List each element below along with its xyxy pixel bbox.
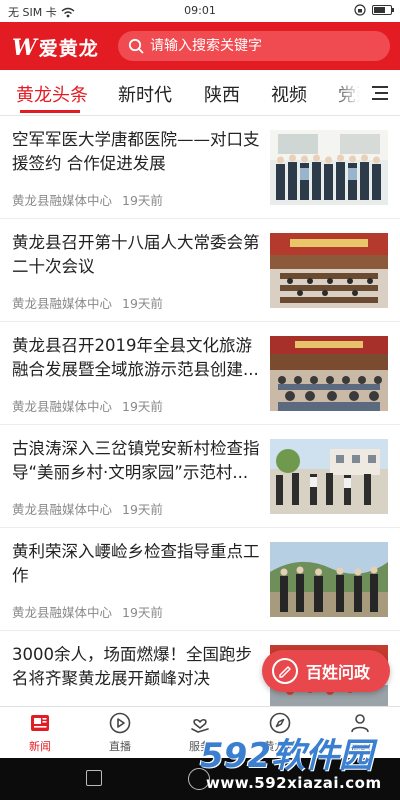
news-title: 3000余人，场面燃爆！全国跑步名将齐聚黄龙展开巅峰对决	[12, 645, 252, 688]
news-source: 黄龙县融媒体中心	[12, 399, 113, 414]
meeting-hall-image	[270, 233, 388, 308]
clock: 09:01	[184, 4, 216, 17]
news-thumbnail	[270, 336, 388, 411]
news-icon	[31, 715, 49, 731]
news-meta: 黄龙县融媒体中心 19天前	[12, 293, 163, 312]
outdoor-inspection-image	[270, 542, 388, 617]
news-item[interactable]: 黄利荣深入崾崄乡检查指导重点工作 黄龙县融媒体中心 19天前	[0, 528, 400, 631]
news-meta: 黄龙县融媒体中心 19天前	[12, 190, 163, 209]
news-thumbnail	[270, 130, 388, 205]
channel-menu-button[interactable]	[360, 70, 400, 115]
menu-icon	[372, 85, 388, 100]
status-right	[354, 4, 394, 16]
news-thumbnail	[270, 439, 388, 514]
watermark-url: www.592xiazai.com	[206, 774, 382, 792]
news-source: 黄龙县融媒体中心	[12, 605, 113, 620]
news-time: 19天前	[122, 296, 163, 311]
news-title: 古浪涛深入三岔镇党安新村检查指导“美丽乡村·文明家园”示范村...	[12, 439, 260, 482]
news-source: 黄龙县融媒体中心	[12, 193, 113, 208]
tabs-fade	[330, 70, 360, 115]
nav-label: 新闻	[29, 740, 51, 753]
news-thumbnail	[270, 542, 388, 617]
status-bar: 无 SIM 卡 09:01	[0, 0, 400, 22]
news-title: 黄龙县召开2019年全县文化旅游融合发展暨全域旅游示范县创建...	[12, 336, 259, 379]
tab-huanglong-headlines[interactable]: 黄龙头条	[16, 81, 88, 107]
conference-image	[270, 336, 388, 411]
citizen-inquiry-label: 百姓问政	[306, 663, 371, 682]
channel-tabs: 黄龙头条 新时代 陕西 视频 党建	[0, 70, 400, 116]
news-meta: 黄龙县融媒体中心 19天前	[12, 396, 163, 415]
logo-mark: W	[12, 34, 37, 61]
app-header: W 爱黄龙	[0, 22, 400, 70]
recent-apps-button[interactable]	[86, 770, 102, 786]
citizen-inquiry-button[interactable]: 百姓问政	[262, 650, 390, 692]
tab-shaanxi[interactable]: 陕西	[204, 81, 240, 107]
news-time: 19天前	[122, 605, 163, 620]
search-box[interactable]	[118, 31, 390, 61]
watermark-text: 592软件园	[200, 736, 373, 776]
news-meta: 黄龙县融媒体中心 19天前	[12, 602, 163, 621]
site-watermark: 592软件园 www.592xiazai.com	[200, 728, 400, 798]
news-meta: 黄龙县融媒体中心 19天前	[12, 499, 163, 518]
news-title: 黄利荣深入崾崄乡检查指导重点工作	[12, 542, 260, 585]
tab-new-era[interactable]: 新时代	[118, 81, 172, 107]
search-input[interactable]	[150, 38, 370, 54]
news-item[interactable]: 黄龙县召开2019年全县文化旅游融合发展暨全域旅游示范县创建... 黄龙县融媒体…	[0, 322, 400, 425]
news-item[interactable]: 古浪涛深入三岔镇党安新村检查指导“美丽乡村·文明家园”示范村... 黄龙县融媒体…	[0, 425, 400, 528]
play-icon	[109, 712, 131, 734]
village-inspection-image	[270, 439, 388, 514]
battery-icon	[372, 5, 394, 15]
news-thumbnail	[270, 233, 388, 308]
news-time: 19天前	[122, 193, 163, 208]
news-time: 19天前	[122, 502, 163, 517]
tab-video[interactable]: 视频	[271, 81, 307, 107]
news-time: 19天前	[122, 399, 163, 414]
news-item[interactable]: 黄龙县召开第十八届人大常委会第二十次会议 黄龙县融媒体中心 19天前	[0, 219, 400, 322]
app-logo: W 爱黄龙	[12, 34, 99, 61]
nav-news[interactable]: 新闻	[10, 711, 70, 754]
group-photo-image	[270, 130, 388, 205]
news-title: 空军军医大学唐都医院——对口支援签约 合作促进发展	[12, 130, 260, 173]
news-source: 黄龙县融媒体中心	[12, 296, 113, 311]
search-icon	[128, 38, 144, 54]
news-source: 黄龙县融媒体中心	[12, 502, 113, 517]
lock-rotation-icon	[354, 4, 366, 16]
active-tab-indicator	[20, 110, 80, 113]
nav-live[interactable]: 直播	[90, 711, 150, 754]
news-item[interactable]: 空军军医大学唐都医院——对口支援签约 合作促进发展 黄龙县融媒体中心 19天前	[0, 116, 400, 219]
news-title: 黄龙县召开第十八届人大常委会第二十次会议	[12, 233, 260, 276]
edit-icon	[272, 658, 298, 684]
nav-label: 直播	[109, 740, 131, 753]
logo-text: 爱黄龙	[38, 38, 99, 60]
